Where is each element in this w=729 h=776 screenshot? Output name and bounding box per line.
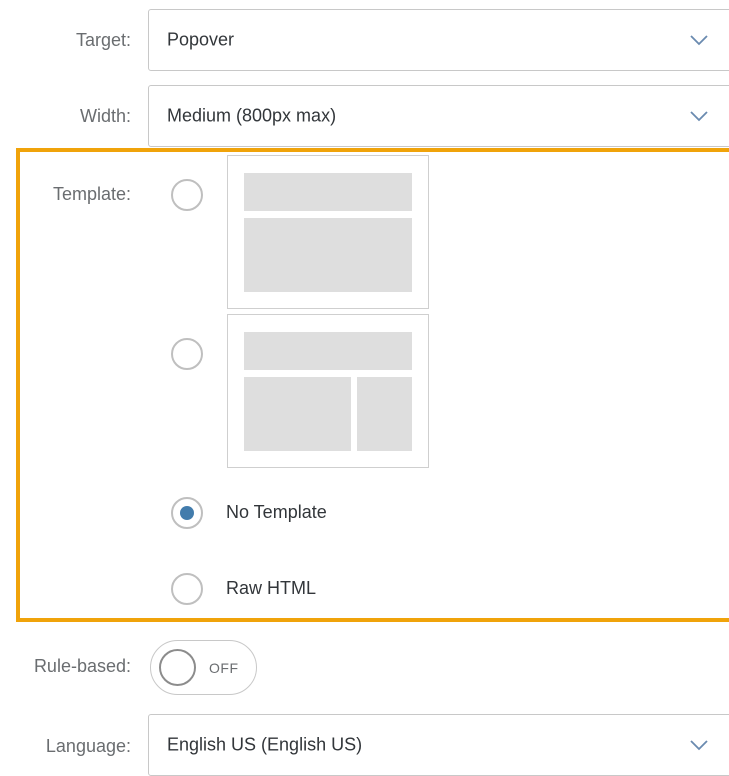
template-radio-header-content[interactable] — [171, 179, 203, 211]
thumbnail-content-block — [244, 218, 412, 292]
language-select[interactable]: English US (English US) — [148, 714, 729, 776]
width-label: Width: — [79, 106, 131, 126]
chevron-down-icon[interactable] — [689, 110, 709, 122]
template-thumbnail-header-two-column[interactable] — [227, 314, 429, 468]
chevron-down-icon[interactable] — [689, 34, 709, 46]
template-label: Template: — [52, 184, 131, 204]
toggle-knob — [159, 649, 196, 686]
template-radio-no-template[interactable] — [171, 497, 203, 529]
template-thumbnail-header-content[interactable] — [227, 155, 429, 309]
thumbnail-header-block — [244, 173, 412, 211]
template-radio-header-two-column[interactable] — [171, 338, 203, 370]
width-select-value: Medium (800px max) — [167, 105, 337, 126]
template-radio-raw-html[interactable] — [171, 573, 203, 605]
language-select-value: English US (English US) — [167, 734, 363, 755]
thumbnail-side-column-block — [357, 377, 412, 451]
language-label: Language: — [45, 736, 131, 756]
rule-based-toggle[interactable]: OFF — [150, 640, 257, 695]
thumbnail-header-block — [244, 332, 412, 370]
thumbnail-main-column-block — [244, 377, 351, 451]
toggle-state-text: OFF — [209, 659, 239, 676]
raw-html-label[interactable]: Raw HTML — [226, 578, 316, 599]
chevron-down-icon[interactable] — [689, 739, 709, 751]
no-template-label[interactable]: No Template — [226, 502, 327, 523]
rule-based-label: Rule-based: — [33, 656, 131, 676]
target-select[interactable]: Popover — [148, 9, 729, 71]
width-select[interactable]: Medium (800px max) — [148, 85, 729, 147]
target-label: Target: — [75, 30, 131, 50]
target-select-value: Popover — [167, 29, 235, 50]
radio-selected-dot — [180, 506, 194, 520]
